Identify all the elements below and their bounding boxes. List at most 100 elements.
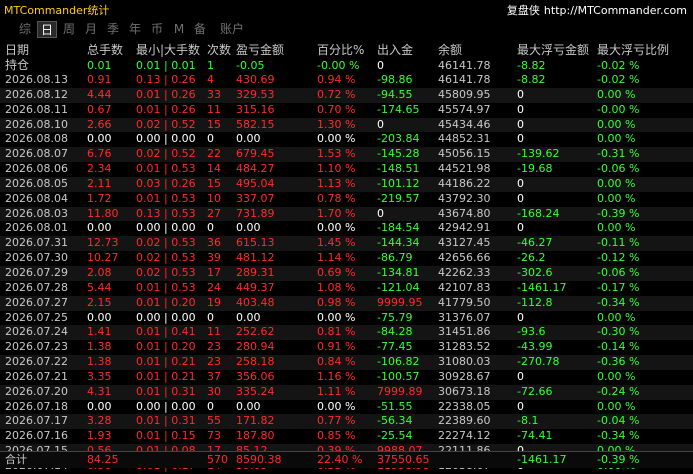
cell-pct: 1.53 % [317,147,356,161]
cell-max-float-amt: -1461.17 [517,280,567,294]
cell-flow: -219.57 [377,191,420,205]
table-row[interactable]: 2026.08.06 2.34 0.01 | 0.53 14 484.27 1.10 % -… [0,162,693,177]
cell-count: 11 [207,102,221,116]
position-flow: 0 [377,59,384,72]
cell-lots: 1.72 [87,191,112,205]
cell-pct: 1.30 % [317,117,356,131]
col-max-float-ratio[interactable]: 最大浮亏比例 [597,43,669,58]
cell-pnl: 484.27 [236,162,275,176]
table-row[interactable]: 2026.08.03 11.80 0.13 | 0.53 27 731.89 1.70 %… [0,206,693,222]
cell-max-float-ratio: 0.00 % [597,87,636,101]
table-row[interactable]: 2026.07.31 12.73 0.02 | 0.53 36 615.13 1.45 %… [0,236,693,252]
col-pct[interactable]: 百分比% [317,43,364,58]
cell-max-float-amt: 0 [517,369,524,383]
cell-minmax: 0.03 | 0.26 [136,176,196,190]
cell-balance: 31451.86 [438,325,491,339]
tab-1[interactable]: 日 [37,21,57,38]
cell-max-float-amt: -93.6 [517,325,546,339]
tab-6[interactable]: 币 [147,21,167,38]
table-row[interactable]: 2026.07.27 2.15 0.01 | 0.20 19 403.48 0.98 % 9… [0,295,693,311]
tab-8[interactable]: 备 [190,21,210,38]
col-count[interactable]: 次数 [207,43,231,58]
table-row[interactable]: 2026.07.17 3.28 0.01 | 0.31 55 171.82 0.77 % -… [0,414,693,430]
cell-pnl: 0.00 [236,132,261,146]
cell-count: 55 [207,414,221,428]
tab-3[interactable]: 月 [81,21,101,38]
table-row[interactable]: 2026.08.13 0.91 0.13 | 0.26 4 430.69 0.94 % -9… [0,73,693,88]
table-header: 日期 持仓 总手数 最小|大手数 次数 盈亏金额 百分比% 出入金 余额 最大浮… [0,42,693,72]
table-row[interactable]: 2026.07.28 5.44 0.01 | 0.53 24 449.37 1.08 % -… [0,281,693,296]
table-row[interactable]: 2026.07.23 1.38 0.01 | 0.20 23 280.94 0.91 % -… [0,340,693,355]
cell-max-float-amt: 0 [517,399,524,413]
tab-4[interactable]: 季 [103,21,123,38]
tab-7[interactable]: M [170,21,188,38]
table-row[interactable]: 2026.08.07 6.76 0.02 | 0.52 22 679.45 1.53 % -… [0,147,693,163]
cell-lots: 11.80 [87,206,119,220]
table-row[interactable]: 2026.07.20 4.31 0.01 | 0.31 30 335.24 1.11 % 7… [0,384,693,400]
table-row[interactable]: 2026.08.01 0.00 0.00 | 0.00 0 0.00 0.00 % -184… [0,221,693,236]
title-bar: MTCommander统计 复盘侠 http://MTCommander.com [0,0,693,18]
table-row[interactable]: 2026.08.08 0.00 0.00 | 0.00 0 0.00 0.00 % -203… [0,132,693,147]
cell-balance: 45434.46 [438,117,491,131]
table-row[interactable]: 2026.07.25 0.00 0.00 | 0.00 0 0.00 0.00 % -75.… [0,311,693,326]
col-lots[interactable]: 总手数 [87,43,123,58]
cell-count: 23 [207,340,221,354]
cell-max-float-amt: -112.8 [517,295,553,309]
cell-minmax: 0.01 | 0.20 [136,340,196,354]
cell-flow: -203.84 [377,132,420,146]
col-balance[interactable]: 余额 [438,43,462,58]
cell-date: 2026.08.10 [5,117,68,131]
tab-2[interactable]: 周 [59,21,79,38]
cell-count: 73 [207,429,221,443]
cell-max-float-ratio: 0.00 % [597,221,636,235]
col-pnl[interactable]: 盈亏金额 [236,43,284,58]
tab-5[interactable]: 年 [125,21,145,38]
brand-url[interactable]: http://MTCommander.com [544,4,687,17]
tab-9[interactable]: 账户 [214,21,250,38]
table-row[interactable]: 2026.08.11 0.67 0.01 | 0.26 11 315.16 0.70 % -… [0,103,693,118]
table-row[interactable]: 2026.07.24 1.41 0.01 | 0.41 11 252.62 0.81 % -… [0,325,693,341]
table-row[interactable]: 2026.08.12 4.44 0.01 | 0.26 33 329.53 0.72 % -… [0,87,693,103]
cell-minmax: 0.13 | 0.53 [136,206,196,220]
cell-minmax: 0.01 | 0.31 [136,384,196,398]
cell-balance: 44852.31 [438,132,491,146]
brand[interactable]: 复盘侠 http://MTCommander.com [507,2,687,18]
cell-pnl: 495.04 [236,176,275,190]
cell-pct: 0.84 % [317,355,356,369]
cell-balance: 44521.98 [438,162,491,176]
tab-0[interactable]: 综 [15,21,35,38]
table-row[interactable]: 2026.08.10 2.66 0.02 | 0.52 15 582.15 1.30 % 0… [0,117,693,133]
table-row[interactable]: 2026.07.30 10.27 0.02 | 0.53 39 481.12 1.14 %… [0,251,693,266]
position-count: 1 [207,59,214,72]
cell-pct: 1.70 % [317,206,356,220]
cell-max-float-ratio: -0.34 % [597,429,640,443]
cell-flow: 9999.95 [377,295,423,309]
cell-minmax: 0.01 | 0.15 [136,429,196,443]
table-row[interactable]: 2026.07.21 3.35 0.01 | 0.21 37 356.06 1.16 % -… [0,370,693,385]
cell-pct: 0.69 % [317,265,356,279]
cell-date: 2026.08.04 [5,191,68,205]
table-row[interactable]: 2026.07.29 2.08 0.02 | 0.53 17 289.31 0.69 % -… [0,265,693,281]
cell-pnl: 679.45 [236,147,275,161]
table-row[interactable]: 2026.08.04 1.72 0.01 | 0.53 10 337.07 0.78 % -… [0,192,693,207]
table-row[interactable]: 2026.07.22 1.38 0.01 | 0.21 23 258.18 0.84 % -… [0,355,693,370]
cell-max-float-ratio: 0.00 % [597,369,636,383]
col-minmax[interactable]: 最小|大手数 [136,43,200,58]
cell-date: 2026.08.11 [5,102,68,116]
cell-count: 37 [207,369,221,383]
col-date[interactable]: 日期 [5,43,29,58]
col-max-float-amt[interactable]: 最大浮亏金额 [517,43,589,58]
cell-minmax: 0.00 | 0.00 [136,221,196,235]
table-row[interactable]: 2026.08.05 2.11 0.03 | 0.26 15 495.04 1.13 % -… [0,176,693,192]
cell-lots: 1.38 [87,340,112,354]
col-flow[interactable]: 出入金 [377,43,413,58]
table-row[interactable]: 2026.07.16 1.93 0.01 | 0.15 73 187.80 0.85 % -… [0,429,693,444]
cell-minmax: 0.02 | 0.53 [136,265,196,279]
cell-lots: 4.44 [87,87,112,101]
cell-max-float-ratio: -0.12 % [597,251,640,265]
cell-count: 15 [207,176,221,190]
position-max-float-ratio: -0.02 % [597,59,640,72]
cell-lots: 2.15 [87,295,112,309]
table-row[interactable]: 2026.07.18 0.00 0.00 | 0.00 0 0.00 0.00 % -51.… [0,400,693,415]
cell-pct: 0.98 % [317,295,356,309]
